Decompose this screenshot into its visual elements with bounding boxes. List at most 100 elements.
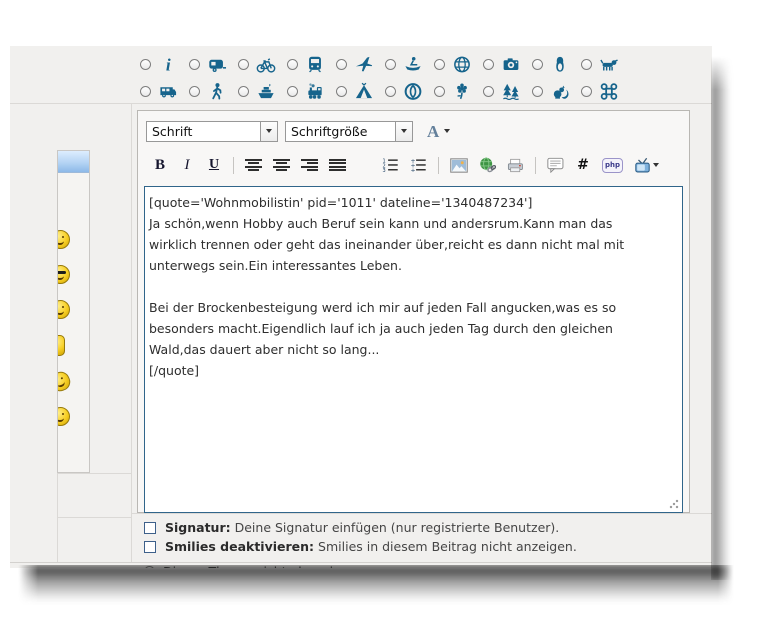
- squirrel-icon: [549, 82, 571, 101]
- unordered-list-button[interactable]: +++: [410, 155, 427, 175]
- post-icon-option: [434, 82, 483, 101]
- flower-icon: [451, 82, 473, 101]
- post-icon-option: [385, 82, 434, 101]
- smiley-thumbs-up[interactable]: [57, 335, 65, 356]
- post-icon-radio-bicycle[interactable]: [238, 59, 249, 70]
- hiker-icon: [206, 82, 228, 101]
- post-icon-radio-hiker[interactable]: [189, 86, 200, 97]
- toolbar-separator: [233, 157, 234, 174]
- insert-code-button[interactable]: #: [575, 155, 591, 175]
- message-textarea[interactable]: [quote='Wohnmobilistin' pid='1011' datel…: [144, 186, 683, 513]
- post-icon-radio-emblem[interactable]: [385, 86, 396, 97]
- post-icon-row-2: [140, 78, 630, 105]
- underline-button[interactable]: U: [206, 155, 222, 175]
- post-icon-radio-caravan[interactable]: [189, 59, 200, 70]
- chevron-down-icon: [401, 129, 407, 133]
- insert-email-button[interactable]: [507, 155, 524, 175]
- smiley-list: [58, 230, 89, 426]
- editor-toolbar-row-1: Schrift Schriftgröße A: [138, 111, 689, 143]
- ordered-list-button[interactable]: 123: [382, 155, 399, 175]
- align-right-button[interactable]: [301, 159, 318, 171]
- post-icon-radio-camera[interactable]: [483, 59, 494, 70]
- post-icon-option: [336, 55, 385, 74]
- post-icon-row-1: i: [140, 51, 630, 78]
- resize-grip[interactable]: [669, 499, 679, 509]
- post-icon-radio-locomotive[interactable]: [287, 86, 298, 97]
- forum-reply-screenshot: i Schrift Schriftgröße: [10, 46, 712, 568]
- editor-toolbar-row-2: B I U 123 +++: [138, 153, 689, 177]
- locomotive-icon: [304, 82, 326, 101]
- post-icon-radio-info[interactable]: [140, 59, 151, 70]
- dog-icon: [598, 55, 620, 74]
- signature-label: Signatur:: [165, 520, 231, 535]
- divider: [57, 473, 131, 474]
- caravan-icon: [206, 55, 228, 74]
- post-icon-option: [581, 55, 630, 74]
- toolbar-separator: [535, 157, 536, 174]
- smiley-sunglasses[interactable]: [57, 265, 70, 284]
- post-icon-option: [581, 82, 630, 101]
- disable-smilies-checkbox[interactable]: [144, 541, 156, 553]
- post-icon-radio-globe[interactable]: [434, 59, 445, 70]
- signature-description: Deine Signatur einfügen (nur registriert…: [235, 520, 560, 535]
- insert-php-button[interactable]: php: [602, 155, 623, 175]
- airplane-icon: [353, 55, 375, 74]
- post-icon-radio-camper-van[interactable]: [140, 86, 151, 97]
- align-justify-button[interactable]: [329, 159, 346, 171]
- rowboat-icon: [402, 55, 424, 74]
- post-icon-radio-airplane[interactable]: [336, 59, 347, 70]
- bold-button[interactable]: B: [152, 155, 168, 175]
- post-icon-radio-squirrel[interactable]: [532, 86, 543, 97]
- divider: [57, 517, 131, 518]
- disable-smilies-label: Smilies deaktivieren:: [165, 539, 314, 554]
- signature-option-row: Signatur: Deine Signatur einfügen (nur r…: [144, 520, 559, 535]
- post-icon-radio-train[interactable]: [287, 59, 298, 70]
- insert-link-icon[interactable]: [479, 155, 496, 175]
- post-icon-radio-penguin[interactable]: [532, 59, 543, 70]
- align-center-button[interactable]: [273, 159, 290, 171]
- font-select[interactable]: Schrift: [146, 121, 278, 142]
- smiley-dance[interactable]: [57, 369, 73, 394]
- insert-quote-button[interactable]: [547, 155, 564, 175]
- signature-checkbox[interactable]: [144, 522, 156, 534]
- divider: [10, 103, 712, 104]
- svg-text:i: i: [166, 56, 171, 74]
- post-icon-radio-ship[interactable]: [238, 86, 249, 97]
- chevron-down-icon: [653, 163, 659, 167]
- post-icon-selector: i: [140, 51, 630, 105]
- post-icon-option: [238, 82, 287, 101]
- screenshot-drop-shadow: [711, 56, 737, 580]
- post-icon-radio-command[interactable]: [581, 86, 592, 97]
- post-icon-radio-forest[interactable]: [483, 86, 494, 97]
- font-color-icon: A: [427, 123, 439, 140]
- page-canvas: i Schrift Schriftgröße: [0, 0, 773, 630]
- post-icon-radio-flower[interactable]: [434, 86, 445, 97]
- post-icon-option: [385, 55, 434, 74]
- post-icon-option: i: [140, 55, 189, 74]
- insert-video-button[interactable]: [634, 155, 659, 175]
- insert-image-button[interactable]: [450, 155, 468, 175]
- align-left-button[interactable]: [245, 159, 262, 171]
- camera-icon: [500, 55, 522, 74]
- toolbar-separator: [438, 157, 439, 174]
- font-color-button[interactable]: A: [427, 123, 450, 140]
- post-icon-option: [189, 82, 238, 101]
- italic-button[interactable]: I: [179, 155, 195, 175]
- font-select-dropdown-button[interactable]: [260, 122, 277, 141]
- post-icon-radio-rowboat[interactable]: [385, 59, 396, 70]
- post-icon-option: [532, 82, 581, 101]
- globe-icon: [451, 55, 473, 74]
- smiley-grin[interactable]: [57, 407, 70, 426]
- screenshot-drop-shadow: [18, 565, 734, 605]
- smiley-panel: [57, 150, 90, 473]
- smiley-wink[interactable]: [57, 230, 70, 249]
- font-size-select[interactable]: Schriftgröße: [285, 121, 413, 142]
- post-icon-radio-dog[interactable]: [581, 59, 592, 70]
- post-icon-option: [336, 82, 385, 101]
- post-icon-option: [483, 55, 532, 74]
- font-size-select-dropdown-button[interactable]: [395, 122, 412, 141]
- post-icon-radio-tent[interactable]: [336, 86, 347, 97]
- post-icon-option: [483, 82, 532, 101]
- smiley-smile[interactable]: [57, 300, 70, 319]
- penguin-icon: [549, 55, 571, 74]
